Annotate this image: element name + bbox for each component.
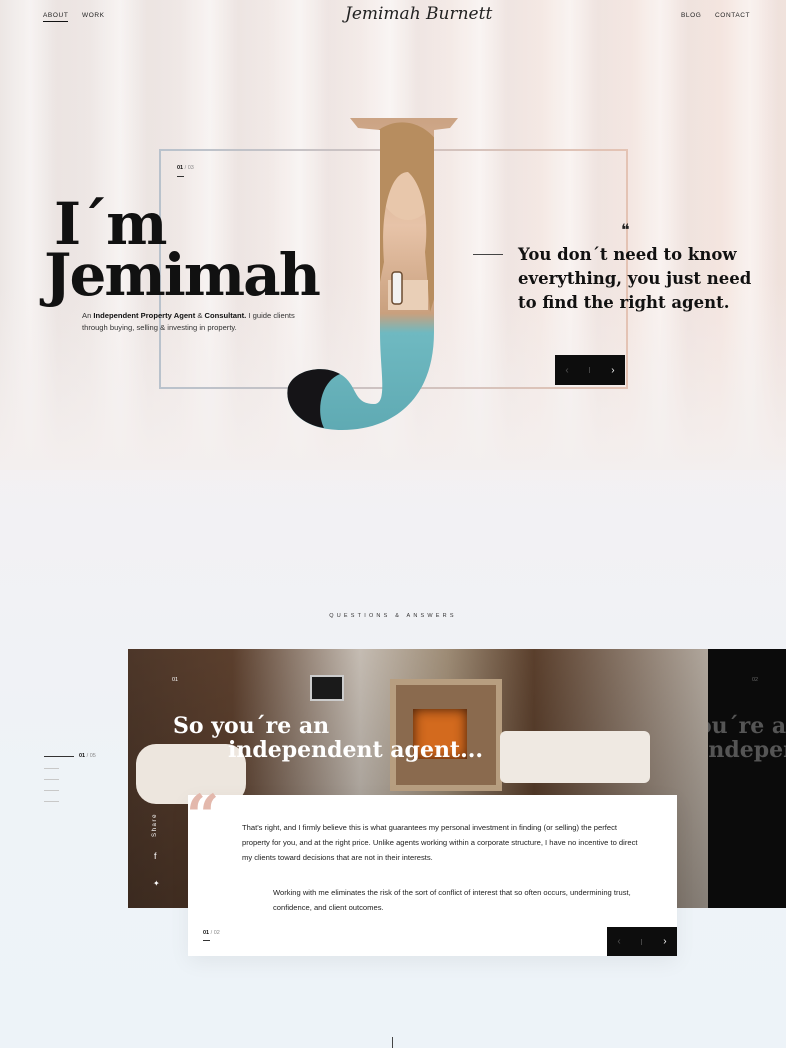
card-counter: 01 / 02 xyxy=(203,930,220,936)
slide-counter: 01 xyxy=(172,677,179,683)
twitter-icon[interactable]: ✦ xyxy=(153,879,160,888)
nav-contact-link[interactable]: Contact xyxy=(715,12,750,19)
hero-slider-controls: ‹ › xyxy=(555,355,625,385)
side-nav-tick[interactable] xyxy=(44,768,59,769)
side-counter-line xyxy=(44,756,74,757)
hero-counter-underline xyxy=(177,176,184,177)
hero-counter-total: / 03 xyxy=(184,165,194,171)
nav-blog-link[interactable]: Blog xyxy=(681,12,701,19)
control-separator xyxy=(589,367,591,373)
answer-quote-icon: “ xyxy=(186,782,220,850)
card-counter-underline xyxy=(203,940,210,941)
card-counter-current: 01 xyxy=(203,930,210,936)
section-label: Questions & Answers xyxy=(329,613,457,619)
chevron-right-icon[interactable]: › xyxy=(611,365,614,376)
slide-title-line1: So you´re an xyxy=(173,713,330,739)
quote-mark-icon: ❝ xyxy=(621,220,630,239)
share-label: Share xyxy=(152,812,158,837)
sofa-right xyxy=(500,731,650,783)
next-slide-title-line2: indepen xyxy=(708,737,786,763)
chevron-left-icon[interactable]: ‹ xyxy=(565,365,568,376)
chevron-right-icon[interactable]: › xyxy=(663,936,666,947)
next-slide-title-line1: So you´re an xyxy=(708,713,786,739)
hero-title-line2: Jemimah xyxy=(44,241,321,309)
nav-about-link[interactable]: About xyxy=(43,12,69,22)
side-counter: 01 / 05 xyxy=(79,753,96,759)
side-nav-tick[interactable] xyxy=(44,779,59,780)
hero-intro-text: An Independent Property Agent & Consulta… xyxy=(82,311,295,332)
control-separator xyxy=(641,938,643,945)
side-nav-tick[interactable] xyxy=(44,790,59,791)
tv xyxy=(310,675,344,701)
nav-work-link[interactable]: Work xyxy=(82,12,105,19)
side-counter-current: 01 xyxy=(79,753,86,759)
hero-counter-current: 01 xyxy=(177,165,184,171)
side-nav-tick[interactable] xyxy=(44,801,59,802)
next-slide-counter: 02 xyxy=(752,677,759,683)
site-logo[interactable]: Jemimah Burnett xyxy=(345,4,492,24)
hero-quote: You don´t need to know everything, you j… xyxy=(518,245,752,312)
scroll-indicator xyxy=(392,1037,393,1048)
hero-slide-counter: 01 / 03 xyxy=(177,165,194,171)
answer-paragraph-1: That's right, and I firmly believe this … xyxy=(242,823,638,862)
slide-title-line2: independent agent... xyxy=(228,737,484,763)
chevron-left-icon[interactable]: ‹ xyxy=(617,936,620,947)
quote-divider xyxy=(473,254,503,255)
qa-next-slide[interactable]: 02 So you´re an indepen xyxy=(708,649,786,908)
card-counter-total: / 02 xyxy=(210,930,220,936)
answer-paragraph-2: Working with me eliminates the risk of t… xyxy=(273,888,631,912)
answer-card: That's right, and I firmly believe this … xyxy=(188,795,677,956)
side-counter-total: / 05 xyxy=(86,753,96,759)
card-slider-controls: ‹ › xyxy=(607,927,677,956)
facebook-icon[interactable]: f xyxy=(154,851,157,861)
